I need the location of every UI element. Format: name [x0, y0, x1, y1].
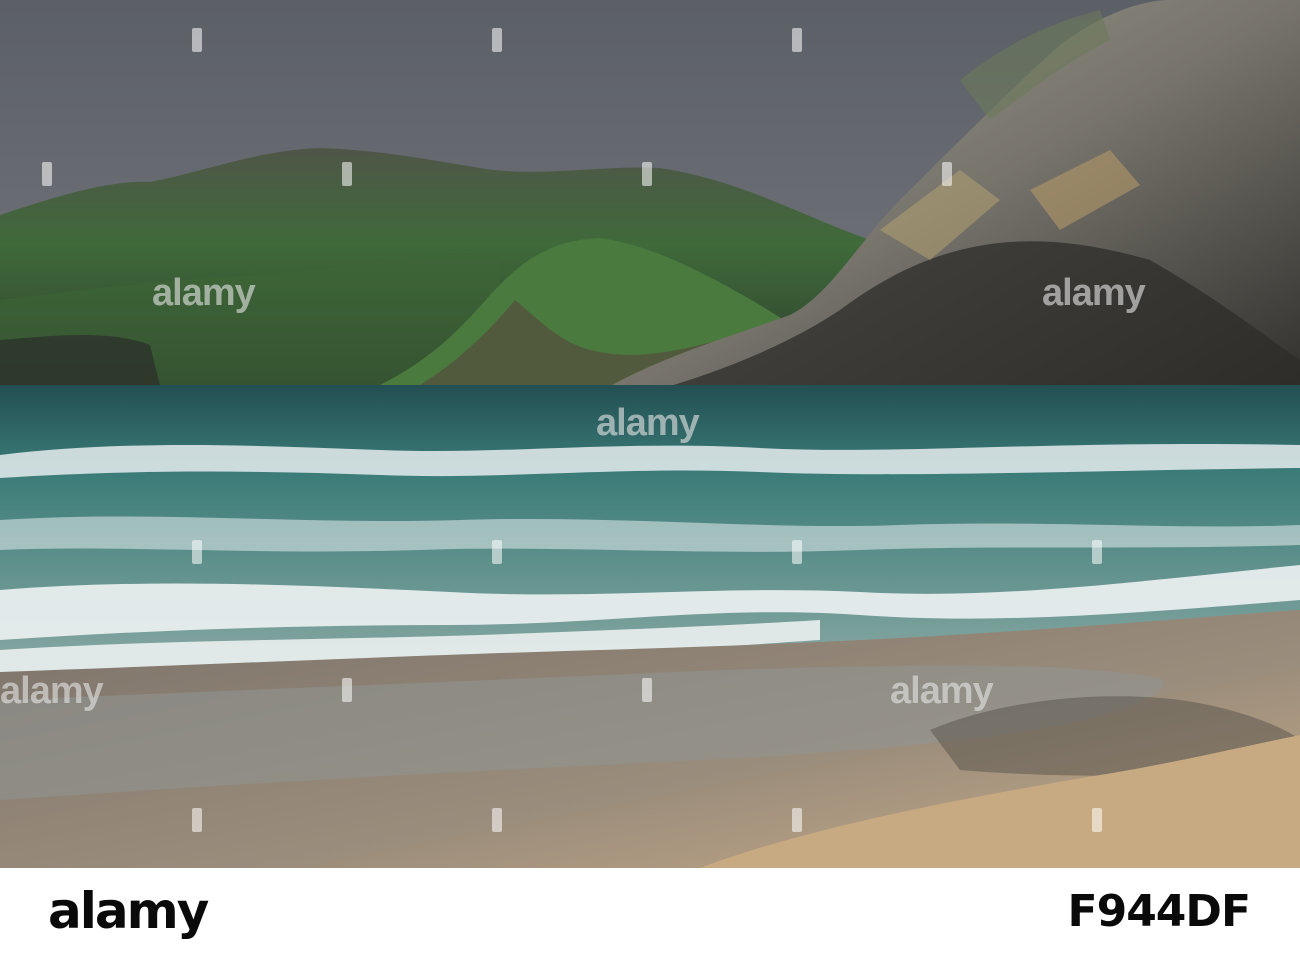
watermark-mark [192, 540, 202, 564]
watermark-mark [492, 540, 502, 564]
watermark-mark [342, 162, 352, 186]
watermark-mark [192, 28, 202, 52]
beach-scene-illustration [0, 0, 1300, 868]
watermark-mark [1092, 540, 1102, 564]
watermark-mark [1092, 808, 1102, 832]
watermark-mark [342, 678, 352, 702]
watermark-mark [642, 678, 652, 702]
watermark-mark [942, 162, 952, 186]
image-id-label: F944DF [1067, 886, 1251, 937]
watermark-mark [792, 808, 802, 832]
watermark-mark [492, 808, 502, 832]
watermark-mark [192, 808, 202, 832]
watermark-mark [792, 540, 802, 564]
watermark-mark [42, 162, 52, 186]
watermark-mark [792, 28, 802, 52]
coastal-photo: alamy alamy alamy alamy alamy [0, 0, 1300, 868]
alamy-logo[interactable]: alamy [48, 882, 209, 940]
stock-footer-bar: alamy F944DF [0, 868, 1300, 956]
watermark-mark [642, 162, 652, 186]
watermark-mark [492, 28, 502, 52]
